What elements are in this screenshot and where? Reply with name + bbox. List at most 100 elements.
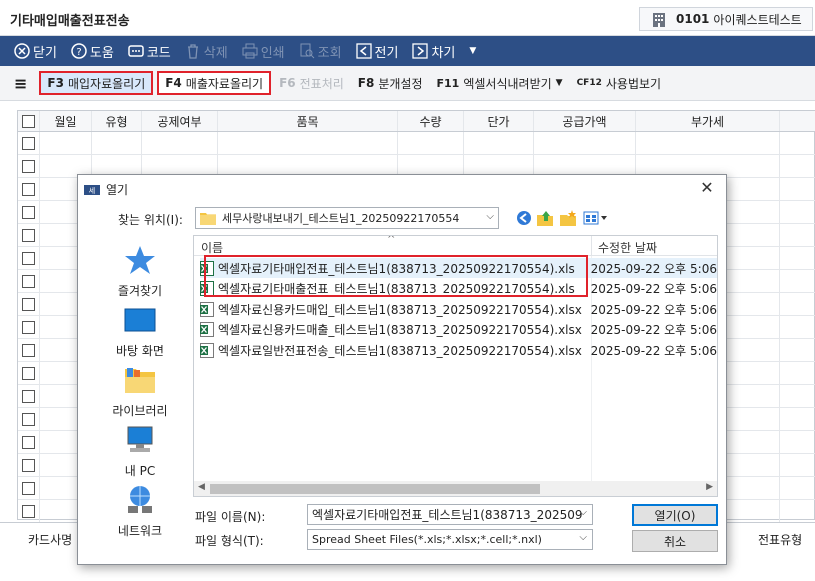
row-checkbox-cell[interactable] [18,293,40,315]
page-title: 기타매입매출전표전송 [10,14,130,29]
chevron-down-icon[interactable]: ⌵ [579,507,587,518]
scrollbar-thumb[interactable] [210,484,540,494]
filetype-select[interactable]: Spread Sheet Files(*.xls;*.xlsx;*.cell;*… [307,529,593,550]
row-checkbox[interactable] [22,343,35,357]
cancel-button[interactable]: 취소 [632,530,718,552]
table-cell[interactable] [92,132,142,154]
library-icon [125,368,155,393]
row-checkbox-cell[interactable] [18,155,40,177]
col-date-header[interactable]: 수정한 날짜 [598,239,657,256]
row-checkbox-cell[interactable] [18,316,40,338]
close-button[interactable]: 닫기 [12,39,59,63]
col-header[interactable]: 공제여부 [142,111,218,131]
row-checkbox[interactable] [22,182,35,196]
print-button[interactable]: 인쇄 [240,39,287,63]
row-checkbox-cell[interactable] [18,132,40,154]
row-checkbox[interactable] [22,228,35,242]
row-checkbox[interactable] [22,481,35,495]
row-checkbox-cell[interactable] [18,454,40,476]
f3-upload-purchase-button[interactable]: F3 매입자료올리기 [39,71,154,95]
row-checkbox-cell[interactable] [18,247,40,269]
row-checkbox[interactable] [22,366,35,380]
col-header[interactable]: 공급가액 [534,111,636,131]
row-checkbox-cell[interactable] [18,201,40,223]
back-icon[interactable] [515,209,533,227]
select-all-checkbox[interactable] [22,114,35,128]
table-cell[interactable] [534,132,636,154]
menu-button[interactable]: ≡ [8,71,33,95]
view-menu-icon[interactable] [583,209,609,227]
row-checkbox-cell[interactable] [18,408,40,430]
table-cell[interactable] [142,132,218,154]
select-all-checkbox-cell[interactable] [18,111,40,131]
f6-voucher-button[interactable]: F6 전표처리 [273,71,350,95]
file-list-item[interactable]: 엑셀자료일반전표전송_테스트님1(838713_20250922170554).… [200,340,717,360]
table-cell[interactable] [218,132,398,154]
printer-icon [242,43,258,59]
more-toolbar-button[interactable]: ▼ [467,39,478,63]
row-checkbox-cell[interactable] [18,270,40,292]
table-cell[interactable] [464,132,534,154]
row-checkbox[interactable] [22,274,35,288]
col-header[interactable]: 단가 [464,111,534,131]
row-checkbox-cell[interactable] [18,500,40,522]
place-network[interactable]: 네트워크 [92,485,188,539]
row-checkbox-cell[interactable] [18,431,40,453]
row-checkbox[interactable] [22,389,35,403]
file-list-item[interactable]: 엑셀자료신용카드매출_테스트님1(838713_20250922170554).… [200,320,717,340]
row-checkbox[interactable] [22,205,35,219]
row-checkbox[interactable] [22,297,35,311]
look-in-select[interactable]: 세무사랑내보내기_테스트님1_20250922170554 ⌵ [195,207,499,229]
col-header[interactable]: 품목 [218,111,398,131]
chevron-down-icon[interactable]: ⌵ [579,532,587,543]
title-bar: 기타매입매출전표전송 0101 아이퀘스트테스트 [0,0,815,36]
table-cell[interactable] [40,132,92,154]
scroll-right-icon[interactable]: ▶ [706,482,713,492]
table-cell[interactable] [636,132,780,154]
file-list-item[interactable]: 엑셀자료신용카드매입_테스트님1(838713_20250922170554).… [200,299,717,319]
place-this-pc[interactable]: 내 PC [92,425,188,479]
f11-excel-download-button[interactable]: F11 엑셀서식내려받기 ▼ [431,71,569,95]
horizontal-scrollbar[interactable]: ◀ ▶ [194,481,717,496]
row-checkbox[interactable] [22,504,35,518]
row-checkbox[interactable] [22,136,35,150]
prev-period-button[interactable]: 전기 [354,39,401,63]
open-button[interactable]: 열기(O) [632,504,718,526]
scroll-left-icon[interactable]: ◀ [198,482,205,492]
table-cell[interactable] [398,132,464,154]
row-checkbox-cell[interactable] [18,385,40,407]
col-name-header[interactable]: 이름 [201,239,223,256]
f4-upload-sales-button[interactable]: F4 매출자료올리기 [157,71,272,95]
col-header[interactable]: 부가세 [636,111,780,131]
up-folder-icon[interactable] [536,209,554,227]
delete-button[interactable]: 삭제 [183,39,230,63]
filename-input[interactable]: 엑셀자료기타매입전표_테스트님1(838713_202509 ⌵ [307,504,593,525]
next-period-button[interactable]: 차기 [410,39,457,63]
company-selector[interactable]: 0101 아이퀘스트테스트 [639,7,813,31]
col-header[interactable]: 수량 [398,111,464,131]
col-header[interactable]: 유형 [92,111,142,131]
row-checkbox[interactable] [22,159,35,173]
row-checkbox-cell[interactable] [18,224,40,246]
cf12-manual-button[interactable]: CF12 사용법보기 [571,71,667,95]
row-checkbox-cell[interactable] [18,339,40,361]
place-libraries[interactable]: 라이브러리 [92,365,188,419]
row-checkbox[interactable] [22,435,35,449]
col-header[interactable]: 월일 [40,111,92,131]
row-checkbox[interactable] [22,320,35,334]
row-checkbox-cell[interactable] [18,178,40,200]
new-folder-icon[interactable] [559,209,577,227]
row-checkbox[interactable] [22,412,35,426]
code-button[interactable]: 코드 [126,39,173,63]
close-icon[interactable]: ✕ [698,179,716,197]
row-checkbox-cell[interactable] [18,362,40,384]
table-row[interactable] [18,132,815,155]
row-checkbox[interactable] [22,458,35,472]
place-desktop[interactable]: 바탕 화면 [92,305,188,359]
f8-journal-setting-button[interactable]: F8 분개설정 [352,71,429,95]
place-favorites[interactable]: 즐겨찾기 [92,245,188,299]
help-button[interactable]: ? 도움 [69,39,116,63]
row-checkbox[interactable] [22,251,35,265]
search-button[interactable]: 조회 [297,39,344,63]
row-checkbox-cell[interactable] [18,477,40,499]
